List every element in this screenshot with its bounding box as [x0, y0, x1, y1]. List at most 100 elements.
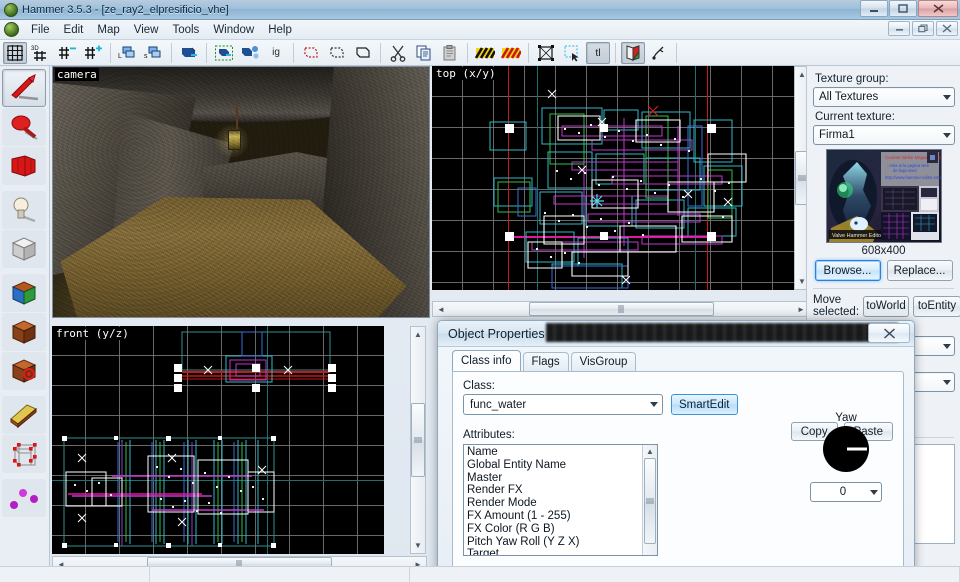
- texture-group-combo[interactable]: All Textures: [813, 87, 955, 107]
- viewport-camera-3d[interactable]: camera: [52, 66, 430, 318]
- tab-visgroup[interactable]: VisGroup: [570, 352, 637, 371]
- window-close-button[interactable]: [918, 0, 958, 17]
- toggle-marquee-button[interactable]: [560, 42, 584, 64]
- save-group-button[interactable]: s: [142, 42, 166, 64]
- grid-larger-button[interactable]: [81, 42, 105, 64]
- ungroup-button[interactable]: [238, 42, 262, 64]
- move-selected-label-line2: selected:: [813, 306, 860, 318]
- yaw-combo[interactable]: 0: [810, 482, 882, 502]
- toggle-3d-grid-button[interactable]: 3D: [29, 42, 53, 64]
- rock-texture-noise: [53, 67, 429, 317]
- dialog-titlebar[interactable]: Object Properties: [438, 321, 914, 347]
- toggle-2d-grid-button[interactable]: [3, 41, 27, 64]
- show-all-button[interactable]: [351, 42, 375, 64]
- group-button[interactable]: [212, 42, 236, 64]
- tab-flags[interactable]: Flags: [522, 352, 569, 371]
- current-texture-label: Current texture:: [815, 111, 895, 123]
- list-item[interactable]: Pitch Yaw Roll (Y Z X): [467, 536, 642, 549]
- load-pointfile-button[interactable]: L: [116, 42, 140, 64]
- paste-button[interactable]: [438, 42, 462, 64]
- tool-path[interactable]: [2, 479, 46, 517]
- menu-item-view[interactable]: View: [127, 22, 166, 38]
- tool-texture-application[interactable]: [2, 274, 46, 312]
- front-grid-canvas: [52, 326, 384, 554]
- current-texture-combo[interactable]: Firma1: [813, 125, 955, 145]
- tab-class-info[interactable]: Class info: [452, 350, 521, 371]
- scroll-thumb[interactable]: [528, 302, 714, 316]
- menu-item-tools[interactable]: Tools: [165, 22, 206, 38]
- viewport-top-label: top (x/y): [434, 67, 498, 80]
- tool-apply-decal[interactable]: [2, 313, 46, 351]
- menu-item-help[interactable]: Help: [261, 22, 299, 38]
- viewport-front-label: front (y/z): [54, 327, 131, 340]
- edit-cordon-button[interactable]: [499, 42, 523, 64]
- to-entity-button[interactable]: toEntity: [913, 295, 960, 317]
- list-item[interactable]: Global Entity Name: [467, 459, 642, 472]
- texture-actions: Browse... Replace...: [813, 260, 954, 281]
- yaw-dial[interactable]: [823, 426, 869, 472]
- chevron-down-icon: [943, 379, 951, 385]
- scroll-thumb[interactable]: [411, 403, 425, 477]
- mdi-close-button[interactable]: [936, 21, 958, 36]
- copy-button[interactable]: [412, 42, 436, 64]
- viewport-top-2d[interactable]: top (x/y): [432, 66, 794, 290]
- tool-block[interactable]: [2, 230, 46, 268]
- top-grid-canvas: [432, 66, 794, 290]
- tool-vertex-manipulation[interactable]: [2, 435, 46, 473]
- front-viewport-vscrollbar[interactable]: ▲ ▼: [410, 326, 426, 554]
- scroll-up-arrow[interactable]: ▲: [643, 445, 657, 458]
- smart-edit-button[interactable]: SmartEdit: [671, 394, 738, 415]
- class-label: Class:: [463, 380, 495, 392]
- viewport-front-2d[interactable]: front (y/z): [52, 326, 384, 554]
- toolbar-separator: [676, 42, 677, 63]
- mdi-minimize-button[interactable]: [888, 21, 910, 36]
- window-minimize-button[interactable]: [860, 0, 888, 17]
- top-viewport-hscrollbar[interactable]: ◄ ►: [432, 301, 810, 317]
- hide-selected-button[interactable]: [299, 42, 323, 64]
- scroll-up-arrow[interactable]: ▲: [410, 327, 426, 342]
- texture-lock-button[interactable]: tl: [586, 41, 610, 64]
- menu-item-file[interactable]: File: [24, 22, 57, 38]
- ignore-groups-button[interactable]: ig: [264, 42, 288, 64]
- list-item[interactable]: Name: [467, 446, 642, 459]
- dialog-body: Class info Flags VisGroup Class: func_wa…: [444, 350, 908, 581]
- object-properties-dialog[interactable]: Object Properties Class info Flags VisGr…: [437, 320, 915, 582]
- carve-button[interactable]: [177, 42, 201, 64]
- tool-camera[interactable]: [2, 147, 46, 185]
- tool-selection[interactable]: [2, 69, 46, 107]
- toggle-selection-box-button[interactable]: [534, 42, 558, 64]
- list-item[interactable]: Master: [467, 472, 642, 485]
- tool-clipping[interactable]: [2, 396, 46, 434]
- menu-item-map[interactable]: Map: [90, 22, 126, 38]
- hide-unselected-button[interactable]: [325, 42, 349, 64]
- list-item[interactable]: Target: [467, 548, 642, 555]
- scroll-thumb[interactable]: [644, 458, 656, 544]
- attributes-list[interactable]: Name Global Entity Name Master Render FX…: [463, 444, 658, 556]
- to-world-button[interactable]: toWorld: [863, 295, 909, 317]
- toggle-entity-report-button[interactable]: [647, 42, 671, 64]
- scroll-left-arrow[interactable]: ◄: [433, 302, 449, 317]
- toggle-texture-application-button[interactable]: [621, 41, 645, 64]
- dialog-close-button[interactable]: [868, 323, 910, 343]
- menu-item-edit[interactable]: Edit: [57, 22, 91, 38]
- replace-button[interactable]: Replace...: [886, 260, 953, 281]
- grid-smaller-button[interactable]: [55, 42, 79, 64]
- mdi-restore-button[interactable]: [912, 21, 934, 36]
- class-combo[interactable]: func_water: [463, 394, 663, 415]
- window-maximize-button[interactable]: [889, 0, 917, 17]
- attributes-scrollbar[interactable]: ▲: [642, 445, 657, 555]
- menu-item-window[interactable]: Window: [206, 22, 261, 38]
- cave-scene: [53, 67, 429, 317]
- cut-button[interactable]: [386, 42, 410, 64]
- list-item[interactable]: FX Color (R G B): [467, 523, 642, 536]
- toggle-cordon-button[interactable]: [473, 42, 497, 64]
- scroll-down-arrow[interactable]: ▼: [410, 538, 426, 553]
- tool-entity[interactable]: [2, 191, 46, 229]
- tool-magnify[interactable]: [2, 108, 46, 146]
- list-item[interactable]: Render Mode: [467, 497, 642, 510]
- tool-apply-current-texture[interactable]: [2, 352, 46, 390]
- browse-button[interactable]: Browse...: [814, 260, 881, 281]
- list-item[interactable]: FX Amount (1 - 255): [467, 510, 642, 523]
- list-item[interactable]: Render FX: [467, 484, 642, 497]
- texture-preview[interactable]: Valve Hammer Editor 3.5 Counter-Strike M…: [825, 149, 942, 243]
